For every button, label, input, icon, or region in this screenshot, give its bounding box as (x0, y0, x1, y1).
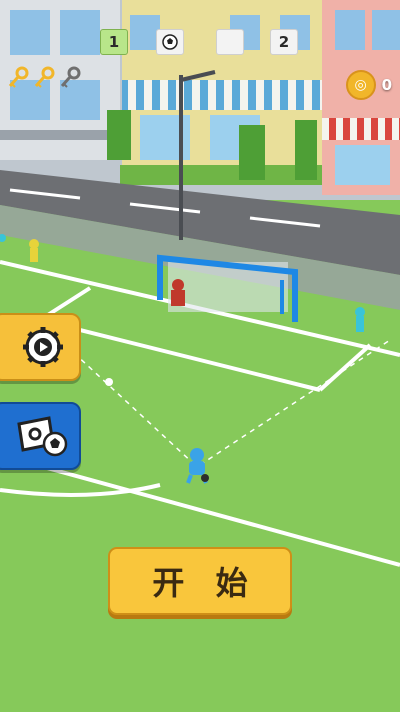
keys-indicator (6, 66, 82, 90)
white-square-icon (216, 29, 244, 55)
key-icon (60, 66, 81, 88)
soccer-ball-icon (156, 29, 184, 55)
coin-counter: ◎ 0 (345, 70, 392, 100)
coin-icon: ◎ (345, 70, 376, 100)
settings-button[interactable] (0, 313, 81, 381)
right-score: 2 (270, 29, 298, 55)
left-score: 1 (100, 29, 128, 55)
score-left-group: 1 (100, 29, 128, 55)
ticket-ball-icon (16, 416, 67, 457)
score-right-group: 2 (270, 29, 298, 55)
key-icon (34, 66, 55, 88)
skins-button[interactable] (0, 402, 81, 470)
gear-play-icon (22, 327, 63, 367)
key-icon (8, 66, 29, 88)
goalkeeper (171, 279, 185, 306)
coin-value: 0 (381, 76, 392, 94)
start-button-label: 开 始 (152, 564, 258, 602)
start-button[interactable]: 开 始 (108, 547, 292, 615)
